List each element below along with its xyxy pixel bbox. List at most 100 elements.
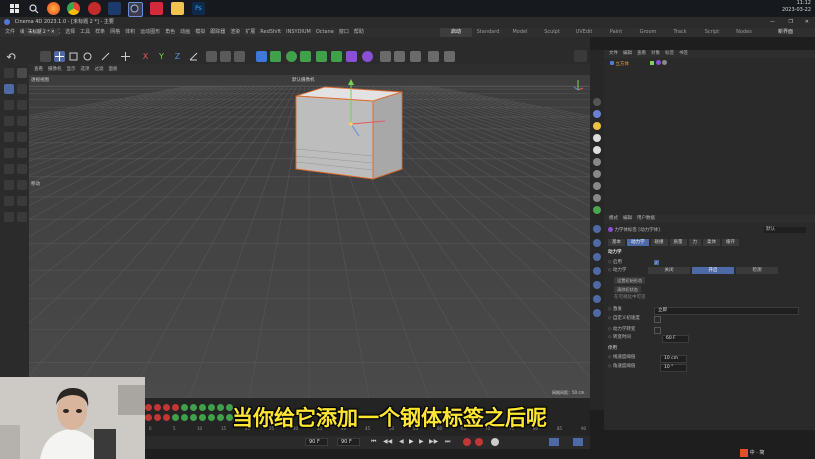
subdivision-icon[interactable] xyxy=(286,51,297,62)
app-red-icon[interactable] xyxy=(88,2,101,15)
menu-item[interactable]: Octane xyxy=(316,28,334,37)
set-initial-state-button[interactable]: 设置初始形态 xyxy=(614,277,646,284)
viewport-menu-item[interactable]: 过滤 xyxy=(95,64,104,75)
background-icon[interactable] xyxy=(593,194,601,202)
deformer-icon[interactable] xyxy=(331,51,342,62)
cloner-icon[interactable] xyxy=(300,51,311,62)
attribute-tab[interactable]: 基本 xyxy=(608,239,625,246)
preset-dropdown[interactable]: 默认 xyxy=(764,227,806,233)
layout-tab[interactable]: Groom xyxy=(632,28,664,37)
custom-speed-checkbox[interactable] xyxy=(654,316,661,323)
quantize-icon[interactable] xyxy=(4,180,14,190)
prev-frame-icon[interactable]: ◀ xyxy=(399,438,404,445)
bend-deformer-icon[interactable] xyxy=(346,51,357,62)
transition-time-field[interactable]: 60 F xyxy=(662,335,689,343)
attribute-tab[interactable]: 动力学 xyxy=(627,239,649,246)
keyframe-button[interactable] xyxy=(172,404,179,411)
keyframe-button[interactable] xyxy=(154,414,161,421)
layout-tab[interactable]: Nodes xyxy=(728,28,760,37)
next-key-icon[interactable]: ▶▶ xyxy=(429,438,438,445)
connector-icon[interactable] xyxy=(593,267,601,275)
windows-start-icon[interactable] xyxy=(8,2,21,15)
menu-item[interactable]: 文件 xyxy=(5,28,15,37)
menu-item[interactable]: 工具 xyxy=(80,28,90,37)
tag-icon[interactable] xyxy=(593,239,601,247)
search-icon[interactable] xyxy=(27,2,40,15)
dynamic-option[interactable]: 关闭 xyxy=(648,267,690,274)
polygons-mode-icon[interactable] xyxy=(17,100,27,110)
viewport-menu-item[interactable]: 显示 xyxy=(67,64,76,75)
workplane-icon[interactable] xyxy=(574,50,587,62)
viewport-menu-item[interactable]: 选项 xyxy=(81,64,90,75)
uv-mode-icon[interactable] xyxy=(4,116,14,126)
settings-gear-icon[interactable] xyxy=(444,51,455,62)
keyframe-button[interactable] xyxy=(172,414,179,421)
snap-tool-icon[interactable] xyxy=(120,51,131,62)
viewport[interactable] xyxy=(29,64,590,398)
wps-icon[interactable] xyxy=(150,2,163,15)
ime-punct[interactable]: · xyxy=(756,450,758,456)
menu-item[interactable]: INSYDIUM xyxy=(286,28,311,37)
material-icon[interactable] xyxy=(593,110,601,118)
menu-item[interactable]: 帮助 xyxy=(354,28,364,37)
spring-icon[interactable] xyxy=(593,281,601,289)
keyframe-selection-icon[interactable] xyxy=(491,438,499,446)
maximize-icon[interactable]: ❐ xyxy=(789,17,793,28)
trigger-dropdown[interactable]: 立即 xyxy=(654,307,799,315)
close-icon[interactable]: ✕ xyxy=(805,17,809,28)
menu-item[interactable]: 动画 xyxy=(180,28,190,37)
store-icon[interactable] xyxy=(108,2,121,15)
x-axis-lock[interactable]: X xyxy=(140,51,151,62)
folder-icon[interactable] xyxy=(171,2,184,15)
dome-icon[interactable] xyxy=(593,158,601,166)
soft-selection-icon[interactable] xyxy=(4,196,14,206)
keyframe-button[interactable] xyxy=(181,414,188,421)
keyframe-button[interactable] xyxy=(217,414,224,421)
visibility-check-icon[interactable] xyxy=(650,61,655,65)
keyframe-button[interactable] xyxy=(190,404,197,411)
edges-mode-icon[interactable] xyxy=(4,100,14,110)
spline-icon[interactable] xyxy=(410,51,421,62)
object-menu-item[interactable]: 书签 xyxy=(679,50,688,58)
layout-tab[interactable]: Standard xyxy=(472,28,504,37)
viewport-menu-item[interactable]: 面板 xyxy=(109,64,118,75)
viewport-menu-item[interactable]: 查看 xyxy=(34,64,43,75)
hair-icon[interactable] xyxy=(593,225,601,233)
end-frame-field[interactable]: 90 F xyxy=(305,438,328,446)
dynamic-option[interactable]: 开启 xyxy=(692,267,734,274)
z-axis-lock[interactable]: Z xyxy=(172,51,183,62)
go-start-icon[interactable]: ⏮ xyxy=(371,438,376,446)
keyframe-button[interactable] xyxy=(163,404,170,411)
attribute-menu-item[interactable]: 模式 xyxy=(609,215,618,223)
sculpt-icon[interactable] xyxy=(17,148,27,158)
undo-icon[interactable] xyxy=(6,51,17,62)
object-menu-item[interactable]: 编辑 xyxy=(623,50,632,58)
keyframe-button[interactable] xyxy=(217,404,224,411)
menu-item[interactable]: 体积 xyxy=(125,28,135,37)
viewport-scene[interactable] xyxy=(29,64,590,398)
keyframe-button[interactable] xyxy=(163,414,170,421)
ime-mode[interactable]: 中 xyxy=(750,450,755,456)
attribute-menu-item[interactable]: 用户数据 xyxy=(637,215,655,223)
menu-item[interactable]: 模拟 xyxy=(195,28,205,37)
keyframe-button[interactable] xyxy=(208,404,215,411)
y-axis-lock[interactable]: Y xyxy=(156,51,167,62)
attribute-tab[interactable]: 柔体 xyxy=(703,239,720,246)
generator-icon[interactable] xyxy=(428,51,439,62)
play-icon[interactable]: ▶ xyxy=(409,438,414,445)
object-menu-item[interactable]: 查看 xyxy=(637,50,646,58)
chrome-icon[interactable] xyxy=(67,2,80,15)
keyframe-button[interactable] xyxy=(199,414,206,421)
scale-tool-icon[interactable] xyxy=(68,51,79,62)
locked-workplane-icon[interactable] xyxy=(17,164,27,174)
object-menu-item[interactable]: 标签 xyxy=(665,50,674,58)
make-editable-icon[interactable] xyxy=(4,68,14,78)
menu-item[interactable]: RedShift xyxy=(260,28,281,37)
rotate-tool-icon[interactable] xyxy=(82,51,93,62)
layout-tab[interactable]: Sculpt xyxy=(536,28,568,37)
menu-item[interactable]: 扩展 xyxy=(245,28,255,37)
paint-icon[interactable] xyxy=(17,196,27,206)
next-frame-icon[interactable]: ▶ xyxy=(419,438,424,445)
object-row-cube[interactable]: 立方体 xyxy=(610,60,668,67)
transform-tool-icon[interactable] xyxy=(100,51,111,62)
